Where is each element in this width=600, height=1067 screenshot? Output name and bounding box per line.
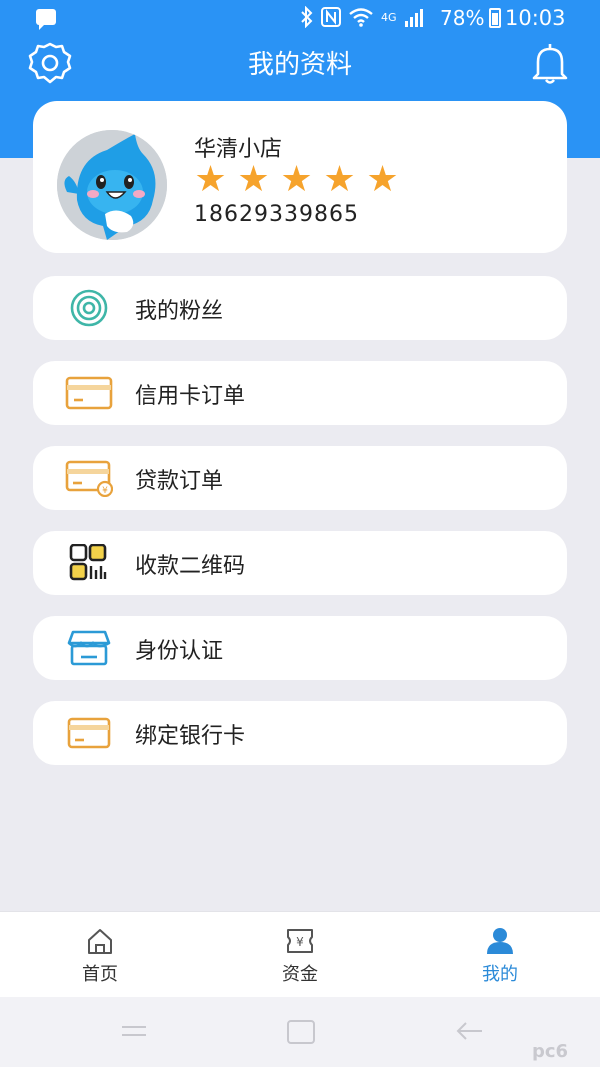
home-icon — [88, 929, 112, 954]
star-icon: ★ — [366, 159, 399, 200]
network-type-label: 4G — [381, 10, 397, 24]
fans-icon — [65, 289, 113, 327]
signal-icon — [404, 9, 423, 27]
star-icon: ★ — [237, 159, 270, 200]
phone-number: 18629339865 — [194, 202, 359, 227]
bottom-tab-bar: 首页 ¥ 资金 我的 — [0, 911, 600, 997]
qr-code-icon — [65, 543, 113, 582]
menu-item-label: 贷款订单 — [135, 469, 224, 494]
recent-apps-icon[interactable] — [118, 1019, 150, 1043]
menu-item-label: 信用卡订单 — [135, 384, 246, 409]
bell-icon — [532, 44, 568, 84]
back-icon[interactable] — [452, 1019, 486, 1043]
star-icon: ★ — [280, 159, 313, 200]
tab-funds[interactable]: ¥ 资金 — [200, 912, 400, 998]
svg-text:¥: ¥ — [296, 935, 304, 949]
shop-verify-icon — [65, 629, 113, 667]
user-icon — [487, 928, 513, 954]
page-title: 我的资料 — [247, 50, 352, 80]
notification-button[interactable] — [526, 40, 574, 88]
menu-item-loan-orders[interactable]: ¥ 贷款订单 — [33, 446, 567, 510]
tab-home[interactable]: 首页 — [0, 912, 200, 998]
home-nav-icon[interactable] — [286, 1019, 316, 1045]
clock: 10:03 — [505, 6, 566, 30]
tab-mine[interactable]: 我的 — [400, 912, 600, 998]
tab-label: 首页 — [82, 964, 118, 985]
battery-percent: 78% — [440, 6, 485, 30]
status-bar: 4G 78% 10:03 — [0, 0, 600, 36]
message-notification-icon — [36, 9, 56, 30]
funds-icon: ¥ — [287, 929, 313, 953]
system-icons: 4G — [300, 6, 426, 28]
mascot-avatar-image — [57, 130, 167, 240]
bluetooth-icon — [301, 6, 313, 28]
menu-item-label: 绑定银行卡 — [135, 724, 246, 749]
avatar[interactable] — [57, 130, 167, 240]
nav-bar: 我的资料 — [0, 36, 600, 92]
menu-item-identity-verification[interactable]: 身份认证 — [33, 616, 567, 680]
tab-label: 我的 — [482, 964, 518, 985]
rating-stars: ★ ★ ★ ★ ★ — [191, 160, 402, 200]
svg-text:¥: ¥ — [102, 486, 108, 496]
system-navigation-bar — [0, 997, 600, 1067]
watermark-logo: pc6 — [532, 1041, 569, 1062]
loan-card-icon: ¥ — [65, 459, 114, 498]
battery-icon — [489, 8, 501, 28]
menu-item-fans[interactable]: 我的粉丝 — [33, 276, 567, 340]
star-icon: ★ — [194, 159, 227, 200]
profile-card[interactable]: 华清小店 ★ ★ ★ ★ ★ 18629339865 — [33, 101, 567, 253]
credit-card-icon — [65, 374, 113, 412]
menu-item-qr-code[interactable]: 收款二维码 — [33, 531, 567, 595]
menu-item-label: 我的粉丝 — [135, 299, 224, 324]
menu-item-bind-bank-card[interactable]: 绑定银行卡 — [33, 701, 567, 765]
menu-item-label: 收款二维码 — [135, 554, 246, 579]
nfc-icon — [321, 7, 341, 27]
star-icon: ★ — [323, 159, 356, 200]
menu-item-label: 身份认证 — [135, 639, 224, 664]
menu-item-credit-card-orders[interactable]: 信用卡订单 — [33, 361, 567, 425]
tab-label: 资金 — [282, 964, 318, 985]
wifi-icon — [349, 8, 373, 27]
bank-card-icon — [65, 714, 113, 752]
